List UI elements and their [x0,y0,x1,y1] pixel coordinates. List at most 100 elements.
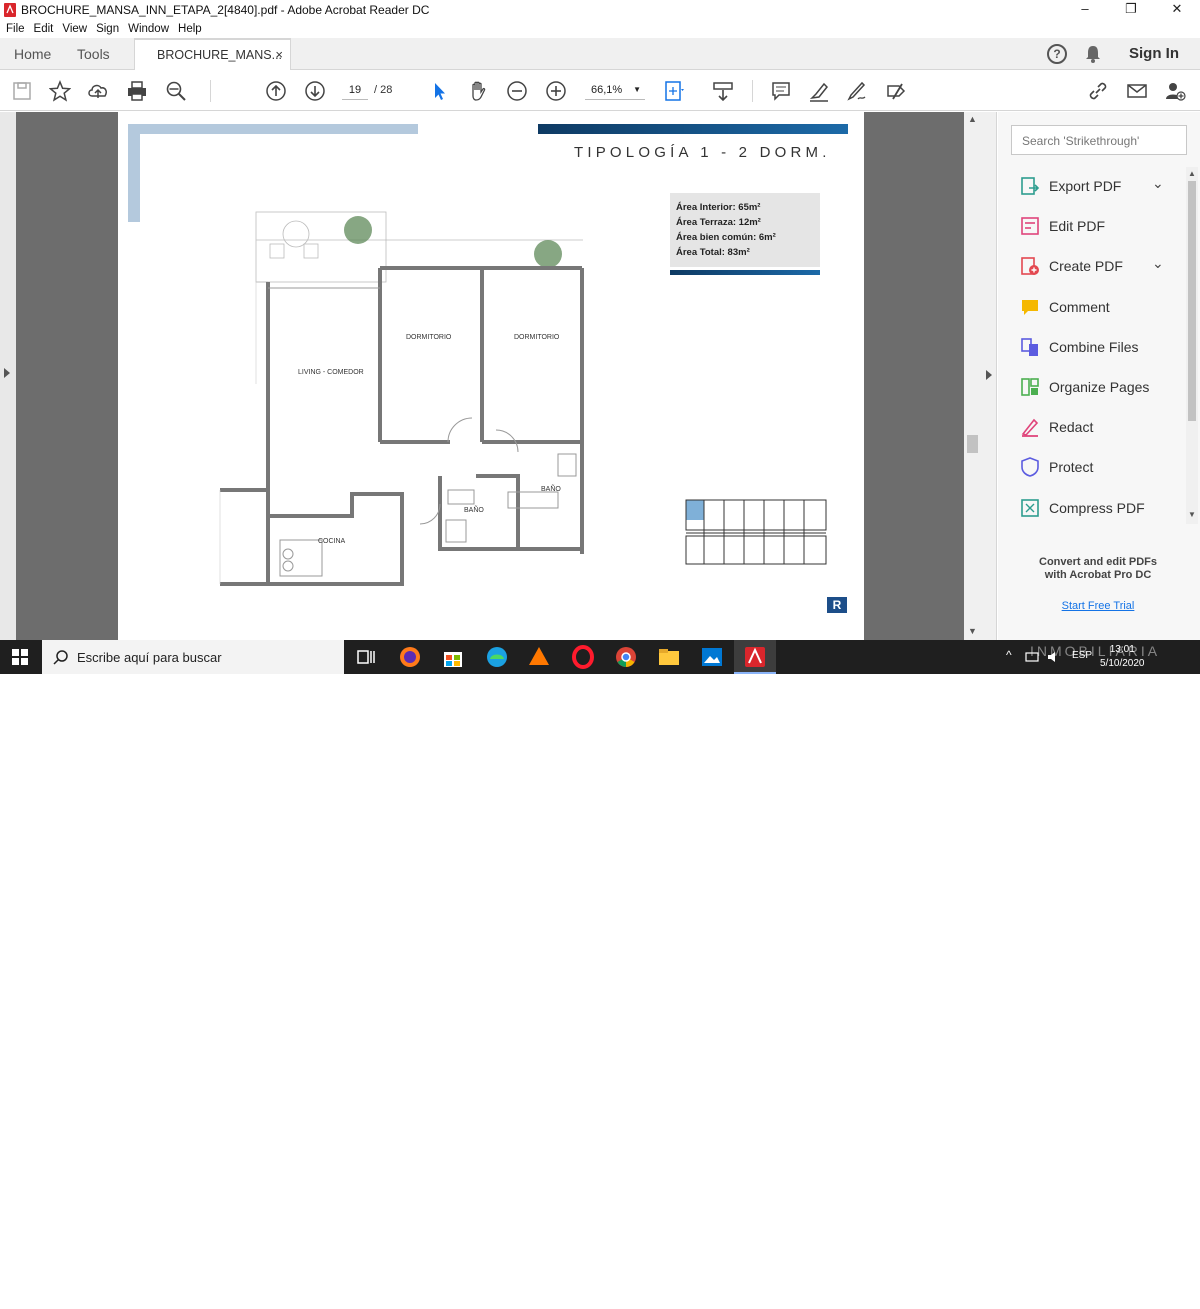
highlight-pen-icon[interactable] [808,80,830,102]
tool-item-label: Export PDF [1049,178,1122,194]
tools-scrollbar[interactable]: ▲ ▼ [1186,167,1198,524]
zoom-search-icon[interactable] [165,80,187,102]
key-plan [685,499,827,565]
area-line: Área Interior: 65m² [676,202,761,213]
decorative-bar [538,124,848,134]
scroll-down-icon[interactable]: ▼ [968,626,977,636]
comment-tool-icon[interactable] [770,80,792,102]
tool-item-redact[interactable]: Redact [998,408,1186,444]
store-icon[interactable] [441,645,465,669]
tool-item-edit-pdf[interactable]: Edit PDF [998,207,1186,243]
notification-center[interactable]: 2 [1166,1288,1186,1307]
tool-item-protect[interactable]: Protect [998,448,1186,484]
scroll-down-icon[interactable]: ▼ [1188,510,1196,519]
tray-chevron-icon[interactable]: ^ [1006,648,1012,662]
right-panel-toggle[interactable] [981,112,997,640]
tab-document[interactable]: BROCHURE_MANS... × [134,38,291,70]
room-label: COCINA [318,538,346,545]
previous-page-icon[interactable] [265,80,287,102]
tool-item-label: Combine Files [1049,338,1139,355]
tool-item-export-pdf[interactable]: Export PDF ⌄ [998,167,1186,203]
window-title: BROCHURE_MANSA_INN_ETAPA_2[4840].pdf - A… [21,3,430,17]
page-number-input[interactable]: 19 [342,80,368,100]
tool-item-compress-pdf[interactable]: Compress PDF [998,489,1186,525]
start-free-trial-link[interactable]: Start Free Trial [998,600,1198,612]
file-explorer-icon[interactable] [657,645,681,669]
left-panel-toggle[interactable] [0,112,16,640]
scrollbar-thumb[interactable] [967,435,978,453]
room-label: BAÑO [464,507,484,514]
close-tab-icon[interactable]: × [275,47,283,62]
search-icon [53,650,68,665]
tool-item-label: Create PDF [1049,258,1123,275]
taskbar-search-box[interactable]: Escribe aquí para buscar [42,640,344,674]
firefox-icon[interactable] [398,645,422,669]
tool-item-create-pdf[interactable]: Create PDF ⌄ [998,247,1186,283]
chrome-icon[interactable] [614,645,638,669]
notification-bell-icon[interactable] [1085,45,1101,63]
fit-page-icon[interactable] [663,80,685,102]
tool-item-comment[interactable]: Comment [998,288,1186,324]
collapse-right-panel-icon[interactable] [986,370,992,380]
sign-in-button[interactable]: Sign In [1129,45,1179,62]
avast-icon[interactable] [527,645,551,669]
zoom-in-icon[interactable] [545,80,567,102]
scrollbar-thumb[interactable] [1188,181,1196,421]
add-user-icon[interactable] [1164,80,1186,102]
help-icon[interactable]: ? [1047,44,1067,64]
email-icon[interactable] [1126,80,1148,102]
tools-list: Export PDF ⌄ Edit PDF Create PDF ⌄ Comment Com… [998,167,1186,524]
upload-cloud-icon[interactable] [87,80,109,102]
zoom-dropdown-icon[interactable]: ▼ [633,80,641,100]
scroll-up-icon[interactable]: ▲ [968,114,977,124]
document-scrollbar[interactable]: ▲ ▼ [964,112,981,640]
hand-tool-icon[interactable] [467,80,489,102]
close-window-button[interactable]: ✕ [1154,0,1200,20]
scroll-up-icon[interactable]: ▲ [1188,169,1196,178]
acrobat-taskbar-icon[interactable] [743,645,767,669]
opera-icon[interactable] [571,645,595,669]
photos-icon[interactable] [700,645,724,669]
create-pdf-icon [1021,257,1039,276]
brand-logo: R [827,597,847,613]
floor-plan-drawing [219,211,584,586]
next-page-icon[interactable] [304,80,326,102]
zoom-level-select[interactable]: 66,1% ▼ [585,80,645,100]
zoom-out-icon[interactable] [506,80,528,102]
tool-item-label: Protect [1049,459,1094,476]
print-icon[interactable] [126,80,148,102]
select-cursor-icon[interactable] [428,80,450,102]
save-icon[interactable] [11,80,33,102]
tool-item-organize-pages[interactable]: Organize Pages [998,368,1186,404]
share-link-icon[interactable] [1087,80,1109,102]
title-bar: BROCHURE_MANSA_INN_ETAPA_2[4840].pdf - A… [0,0,1200,20]
area-line: Área Total: 83m² [676,247,750,258]
menu-file[interactable]: File [6,23,25,35]
minimize-button[interactable]: – [1062,0,1108,20]
maximize-button[interactable]: ❐ [1108,0,1154,20]
chevron-down-icon[interactable]: ⌄ [1152,255,1164,272]
bookmark-star-icon[interactable] [49,80,71,102]
menu-edit[interactable]: Edit [34,23,54,35]
sign-pen-icon[interactable] [846,80,868,102]
edge-icon[interactable] [485,645,509,669]
tab-home[interactable]: Home [14,46,51,62]
menu-window[interactable]: Window [128,23,169,35]
fill-sign-icon[interactable] [885,80,907,102]
tools-search-input[interactable]: Search 'Strikethrough' [1011,125,1187,155]
menu-sign[interactable]: Sign [96,23,119,35]
watermark-text: INMOBILIARIA [1030,643,1161,659]
windows-start-icon[interactable] [12,649,28,665]
pdf-page: TIPOLOGÍA 1 - 2 DORM. Área Interior: 65m… [118,112,864,640]
chevron-down-icon[interactable]: ⌄ [1152,175,1164,192]
menu-view[interactable]: View [62,23,87,35]
scrolling-mode-icon[interactable] [712,80,734,102]
comment-icon [1022,299,1038,315]
decorative-bar [670,270,820,275]
menu-help[interactable]: Help [178,23,202,35]
tab-tools[interactable]: Tools [77,46,110,62]
task-view-icon[interactable] [354,645,378,669]
notification-count: 2 [1173,1290,1179,1300]
tool-item-combine-files[interactable]: Combine Files [998,328,1186,364]
expand-left-panel-icon[interactable] [4,368,10,378]
